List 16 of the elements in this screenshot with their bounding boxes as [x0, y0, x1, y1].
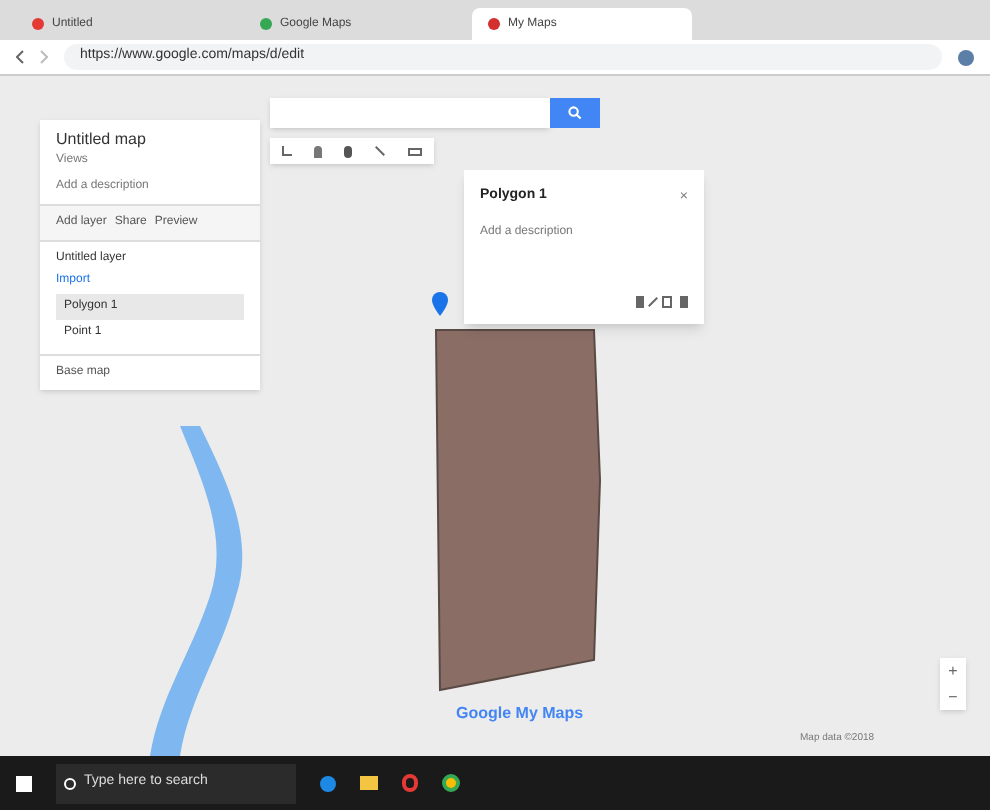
opera-icon[interactable] — [402, 774, 418, 792]
search-button[interactable] — [550, 98, 600, 128]
zoom-in-button[interactable]: + — [940, 658, 966, 684]
windows-start-icon[interactable] — [16, 775, 32, 791]
google-my-maps-logo: Google My Maps — [456, 702, 584, 726]
polygon-shape[interactable] — [435, 329, 601, 692]
search-icon — [568, 106, 582, 120]
chrome-icon[interactable] — [442, 774, 460, 792]
cortana-icon — [64, 777, 76, 789]
back-icon[interactable] — [16, 50, 24, 64]
edge-icon[interactable] — [320, 775, 336, 791]
map-title[interactable]: Untitled map — [56, 128, 244, 152]
zoom-out-button[interactable]: − — [940, 684, 966, 710]
search-field[interactable] — [270, 98, 550, 128]
profile-icon — [958, 49, 974, 65]
location-pin-icon[interactable] — [432, 292, 448, 316]
